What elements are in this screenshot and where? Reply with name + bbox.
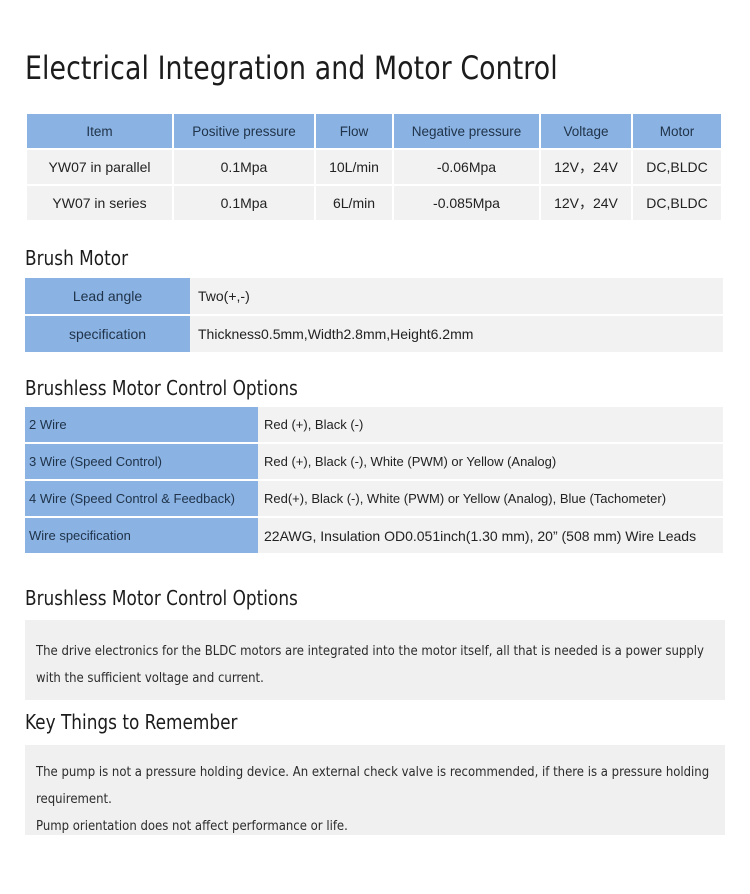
wire-label-3-wire: 3 Wire (Speed Control) xyxy=(25,444,258,479)
page-title: Electrical Integration and Motor Control xyxy=(25,49,558,87)
document-page: Electrical Integration and Motor Control… xyxy=(0,0,750,894)
table-row: specification Thickness0.5mm,Width2.8mm,… xyxy=(25,316,723,352)
spec-cell-flow: 10L/min xyxy=(316,150,392,184)
table-row: 2 Wire Red (+), Black (-) xyxy=(25,407,723,442)
key-things-paragraph-2: Pump orientation does not affect perform… xyxy=(36,819,348,834)
table-row: Lead angle Two(+,-) xyxy=(25,278,723,314)
spec-table: Item Positive pressure Flow Negative pre… xyxy=(25,112,723,222)
spec-header-motor: Motor xyxy=(633,114,721,148)
wire-label-2-wire: 2 Wire xyxy=(25,407,258,442)
spec-cell-motor: DC,BLDC xyxy=(633,186,721,220)
wire-value-4-wire: Red(+), Black (-), White (PWM) or Yellow… xyxy=(258,481,723,516)
brushless-intro-paragraph: The drive electronics for the BLDC motor… xyxy=(36,644,704,686)
table-row: 4 Wire (Speed Control & Feedback) Red(+)… xyxy=(25,481,723,516)
table-row: YW07 in parallel 0.1Mpa 10L/min -0.06Mpa… xyxy=(27,150,721,184)
wire-label-4-wire: 4 Wire (Speed Control & Feedback) xyxy=(25,481,258,516)
spec-header-item: Item xyxy=(27,114,172,148)
wire-value-wire-specification: 22AWG, Insulation OD0.051inch(1.30 mm), … xyxy=(258,518,723,553)
section-heading-brushless-intro: Brushless Motor Control Options xyxy=(25,586,298,610)
spec-header-negative-pressure: Negative pressure xyxy=(394,114,539,148)
spec-cell-motor: DC,BLDC xyxy=(633,150,721,184)
brushless-intro-panel: The drive electronics for the BLDC motor… xyxy=(25,620,725,700)
spec-cell-negative-pressure: -0.06Mpa xyxy=(394,150,539,184)
spec-header-positive-pressure: Positive pressure xyxy=(174,114,314,148)
spec-header-voltage: Voltage xyxy=(541,114,631,148)
brush-value-specification: Thickness0.5mm,Width2.8mm,Height6.2mm xyxy=(190,316,723,352)
spec-cell-voltage: 12V，24V xyxy=(541,186,631,220)
wire-value-2-wire: Red (+), Black (-) xyxy=(258,407,723,442)
table-row: YW07 in series 0.1Mpa 6L/min -0.085Mpa 1… xyxy=(27,186,721,220)
spec-table-header-row: Item Positive pressure Flow Negative pre… xyxy=(27,114,721,148)
spec-cell-positive-pressure: 0.1Mpa xyxy=(174,150,314,184)
spec-cell-negative-pressure: -0.085Mpa xyxy=(394,186,539,220)
table-row: 3 Wire (Speed Control) Red (+), Black (-… xyxy=(25,444,723,479)
spec-header-flow: Flow xyxy=(316,114,392,148)
section-heading-brushless-options: Brushless Motor Control Options xyxy=(25,376,298,400)
wire-label-wire-specification: Wire specification xyxy=(25,518,258,553)
key-things-panel: The pump is not a pressure holding devic… xyxy=(25,745,725,835)
key-things-paragraph-1: The pump is not a pressure holding devic… xyxy=(36,765,710,807)
spec-cell-item: YW07 in parallel xyxy=(27,150,172,184)
spec-cell-positive-pressure: 0.1Mpa xyxy=(174,186,314,220)
brush-motor-table: Lead angle Two(+,-) specification Thickn… xyxy=(25,276,723,354)
wire-value-3-wire: Red (+), Black (-), White (PWM) or Yello… xyxy=(258,444,723,479)
spec-cell-voltage: 12V，24V xyxy=(541,150,631,184)
table-row: Wire specification 22AWG, Insulation OD0… xyxy=(25,518,723,553)
section-heading-key-things: Key Things to Remember xyxy=(25,710,238,734)
spec-cell-item: YW07 in series xyxy=(27,186,172,220)
section-heading-brush-motor: Brush Motor xyxy=(25,246,129,270)
brush-label-lead-angle: Lead angle xyxy=(25,278,190,314)
brush-value-lead-angle: Two(+,-) xyxy=(190,278,723,314)
brushless-options-table: 2 Wire Red (+), Black (-) 3 Wire (Speed … xyxy=(25,405,723,555)
brush-label-specification: specification xyxy=(25,316,190,352)
spec-cell-flow: 6L/min xyxy=(316,186,392,220)
